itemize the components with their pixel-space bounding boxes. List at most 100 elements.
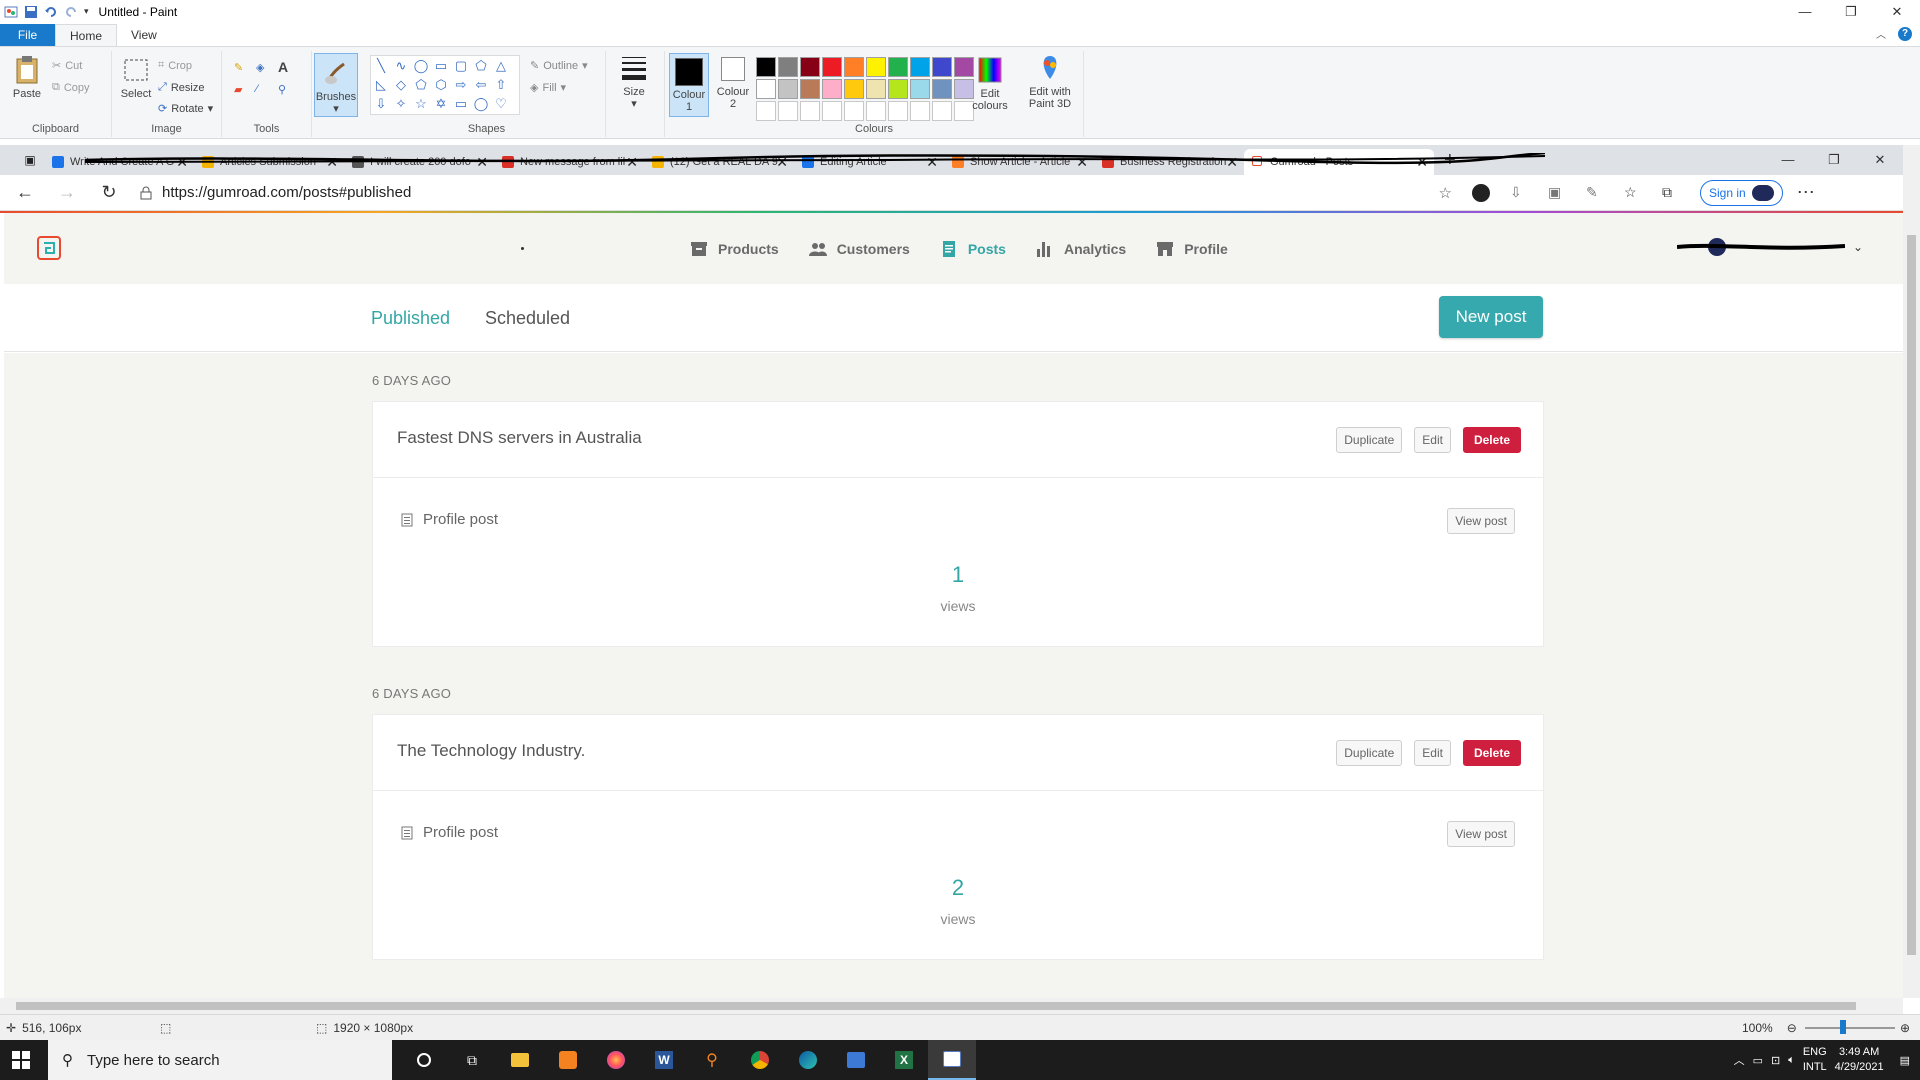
copy-button[interactable]: ⧉ Copy xyxy=(52,81,90,94)
browser-tab[interactable]: Write And Create A G ✕ xyxy=(44,149,194,175)
vertical-scrollbar[interactable] xyxy=(1903,145,1920,998)
tab-file[interactable]: File xyxy=(0,24,55,46)
colour-swatch[interactable] xyxy=(800,79,820,99)
shapes-gallery[interactable]: ╲ ∿ ◯ ▭ ▢ ⬠ △ ◺ ◇ ⬠ ⬡ ⇨ ⇦ ⇧ ⇩ ✧ ☆ ✡ ▭ ◯ … xyxy=(370,55,520,115)
close-tab-icon[interactable]: ✕ xyxy=(1416,149,1428,175)
zoom-in-icon[interactable]: ⊕ xyxy=(1900,1021,1910,1035)
close-tab-icon[interactable]: ✕ xyxy=(176,149,188,175)
browser-minimize-icon[interactable]: — xyxy=(1765,145,1811,175)
colour-swatch[interactable] xyxy=(910,57,930,77)
firefox-icon[interactable] xyxy=(592,1040,640,1080)
edit-with-paint3d-button[interactable]: Edit with Paint 3D xyxy=(1020,53,1080,110)
excel-icon[interactable]: X xyxy=(880,1040,928,1080)
left-arrow-shape-icon[interactable]: ⇦ xyxy=(471,75,491,94)
colour-swatch[interactable] xyxy=(844,57,864,77)
cut-button[interactable]: ✂ Cut xyxy=(52,59,82,73)
show-hidden-icons[interactable]: ︿ xyxy=(1734,1052,1745,1068)
minimize-icon[interactable]: — xyxy=(1782,0,1828,23)
colour-swatch[interactable] xyxy=(866,79,886,99)
cortana-icon[interactable] xyxy=(400,1040,448,1080)
windows-start-icon[interactable] xyxy=(12,1051,30,1069)
rectangle-shape-icon[interactable]: ▭ xyxy=(431,56,451,75)
favorite-star-icon[interactable]: ☆ xyxy=(1439,184,1452,202)
post-title[interactable]: The Technology Industry. xyxy=(397,741,585,761)
close-tab-icon[interactable]: ✕ xyxy=(926,149,938,175)
new-tab-icon[interactable]: + xyxy=(1444,149,1456,172)
five-point-star-icon[interactable]: ☆ xyxy=(411,94,431,113)
custom-colour-swatch[interactable] xyxy=(800,101,820,121)
right-triangle-shape-icon[interactable]: ◺ xyxy=(371,75,391,94)
size-button[interactable]: Size ▾ xyxy=(612,53,656,110)
help-icon[interactable]: ? xyxy=(1898,26,1912,41)
outline-dropdown[interactable]: ✎ Outline ▾ xyxy=(530,59,588,73)
colour-swatch[interactable] xyxy=(932,57,952,77)
color-picker-icon[interactable]: ⁄ xyxy=(256,83,258,95)
word-icon[interactable]: W xyxy=(640,1040,688,1080)
browser-tab-active[interactable]: Gumroad - Posts ✕ xyxy=(1244,149,1434,175)
colour-1-button[interactable]: Colour 1 xyxy=(669,53,709,117)
post-title[interactable]: Fastest DNS servers in Australia xyxy=(397,428,642,448)
delete-button[interactable]: Delete xyxy=(1462,427,1521,453)
browser-close-icon[interactable]: ✕ xyxy=(1857,145,1903,175)
zoom-slider-thumb[interactable] xyxy=(1840,1020,1846,1034)
user-menu[interactable]: ⌄ xyxy=(1676,237,1863,257)
extension-3-icon[interactable]: ▣ xyxy=(1548,184,1566,202)
colour-swatch[interactable] xyxy=(888,79,908,99)
network-app-icon[interactable] xyxy=(832,1040,880,1080)
browser-restore-icon[interactable]: ❐ xyxy=(1811,145,1857,175)
magnifier-icon[interactable]: ⚲ xyxy=(278,83,286,96)
collections-icon[interactable]: ⧉ xyxy=(1662,184,1680,202)
rounded-rect-shape-icon[interactable]: ▢ xyxy=(451,56,471,75)
back-arrow-icon[interactable]: ← xyxy=(8,182,42,203)
nav-products[interactable]: Products xyxy=(690,240,779,258)
file-explorer-icon[interactable] xyxy=(496,1040,544,1080)
zoom-slider[interactable] xyxy=(1805,1027,1895,1029)
edge-icon[interactable] xyxy=(784,1040,832,1080)
collapse-ribbon-icon[interactable]: ︿ xyxy=(1876,26,1886,41)
undo-icon[interactable] xyxy=(44,5,58,19)
edit-button[interactable]: Edit xyxy=(1414,740,1451,766)
new-post-button[interactable]: New post xyxy=(1439,296,1543,338)
browser-tab[interactable]: Show Article - Article ✕ xyxy=(944,149,1094,175)
gumroad-logo-icon[interactable] xyxy=(36,235,62,261)
colour-2-button[interactable]: Colour 2 xyxy=(713,57,753,110)
fill-dropdown[interactable]: ◈ Fill ▾ xyxy=(530,81,566,95)
forward-arrow-icon[interactable]: → xyxy=(50,182,84,203)
volume-icon[interactable]: 🔈︎ xyxy=(1788,1054,1795,1067)
customize-quick-access-icon[interactable]: ▾ xyxy=(84,6,89,17)
tab-actions-icon[interactable]: ▣ xyxy=(16,153,44,167)
text-tool-icon[interactable]: A xyxy=(278,59,288,75)
close-tab-icon[interactable]: ✕ xyxy=(1226,149,1238,175)
extension-4-icon[interactable]: ✎ xyxy=(1586,184,1604,202)
extension-1-icon[interactable] xyxy=(1472,183,1490,202)
polygon-shape-icon[interactable]: ⬠ xyxy=(471,56,491,75)
restore-icon[interactable]: ❐ xyxy=(1828,0,1874,23)
nav-profile[interactable]: Profile xyxy=(1156,240,1228,258)
colour-swatch[interactable] xyxy=(756,79,776,99)
four-point-star-icon[interactable]: ✧ xyxy=(391,94,411,113)
chevron-down-icon[interactable]: ⌄ xyxy=(1853,240,1863,254)
sign-in-button[interactable]: Sign in xyxy=(1700,179,1783,206)
edit-colours-button[interactable]: Edit colours xyxy=(965,55,1015,112)
tab-home[interactable]: Home xyxy=(55,24,118,46)
redo-icon[interactable] xyxy=(64,5,78,19)
pentagon-shape-icon[interactable]: ⬠ xyxy=(411,75,431,94)
clock[interactable]: 3:49 AM 4/29/2021 xyxy=(1835,1045,1884,1075)
taskbar-search-box[interactable]: ⚲ Type here to search xyxy=(48,1040,392,1080)
six-point-star-icon[interactable]: ✡ xyxy=(431,94,451,113)
resize-button[interactable]: ⤢ Resize xyxy=(158,81,204,94)
colour-swatch[interactable] xyxy=(910,79,930,99)
up-arrow-shape-icon[interactable]: ⇧ xyxy=(491,75,511,94)
select-button[interactable]: Select xyxy=(116,55,156,100)
oval-shape-icon[interactable]: ◯ xyxy=(411,56,431,75)
more-options-icon[interactable]: ⋯ xyxy=(1797,182,1815,203)
browser-tab[interactable]: Editing Article ✕ xyxy=(794,149,944,175)
custom-colour-swatch[interactable] xyxy=(844,101,864,121)
paint-taskbar-icon[interactable] xyxy=(928,1040,976,1080)
tab-view[interactable]: View xyxy=(117,24,171,46)
close-icon[interactable]: ✕ xyxy=(1874,0,1920,23)
tab-scheduled[interactable]: Scheduled xyxy=(485,308,570,329)
battery-icon[interactable]: ▭ xyxy=(1753,1054,1763,1067)
callout-rect-icon[interactable]: ▭ xyxy=(451,94,471,113)
custom-colour-swatch[interactable] xyxy=(910,101,930,121)
